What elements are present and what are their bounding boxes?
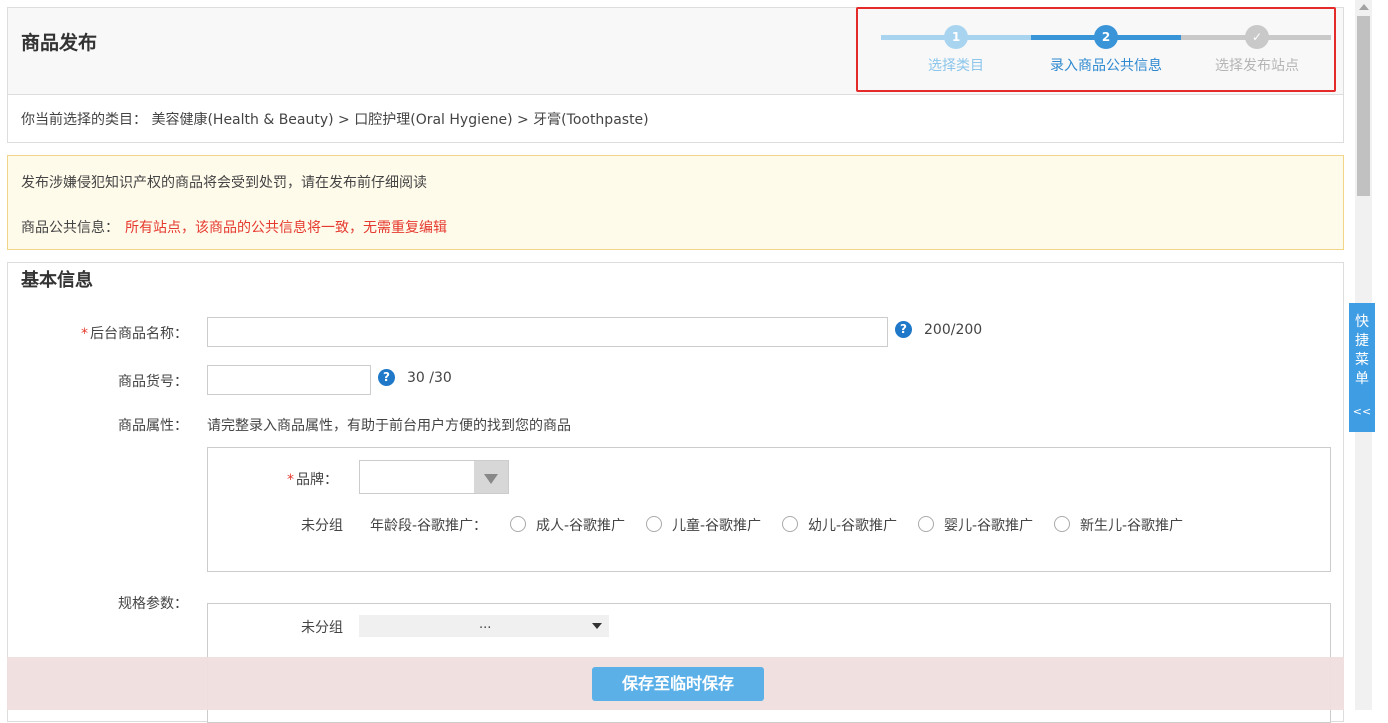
brand-label: * 品牌： [287, 472, 338, 488]
brand-dropdown-button[interactable] [474, 461, 508, 493]
specs-select[interactable]: ... [359, 615, 609, 637]
collapse-icon[interactable]: << [1349, 405, 1375, 418]
age-toddler-radio[interactable] [782, 516, 798, 532]
age-newborn-label[interactable]: 新生儿-谷歌推广 [1080, 515, 1183, 535]
category-path: 美容健康(Health & Beauty) > 口腔护理(Oral Hygien… [151, 112, 649, 128]
scroll-up-icon[interactable] [1359, 4, 1369, 10]
age-adult-label[interactable]: 成人-谷歌推广 [536, 515, 625, 535]
product-name-input[interactable] [207, 317, 888, 347]
quick-menu-tab[interactable]: 快捷菜单 << [1349, 303, 1375, 432]
age-adult-radio[interactable] [510, 516, 526, 532]
sku-input[interactable] [207, 365, 371, 395]
age-child-radio[interactable] [646, 516, 662, 532]
sku-label: 商品货号： [118, 374, 188, 390]
scrollbar-thumb[interactable] [1357, 16, 1370, 196]
page-title: 商品发布 [21, 32, 98, 54]
age-group-label: 年龄段-谷歌推广： [370, 518, 488, 534]
stepper-highlight-box [856, 7, 1336, 92]
notice-panel: 发布涉嫌侵犯知识产权的商品将会受到处罚，请在发布前仔细阅读 商品公共信息： 所有站… [7, 155, 1344, 250]
caret-down-icon [592, 623, 602, 629]
public-info-label: 商品公共信息： [21, 220, 119, 236]
age-infant-label[interactable]: 婴儿-谷歌推广 [944, 515, 1033, 535]
specs-label: 规格参数： [118, 596, 188, 612]
public-info-text: 所有站点，该商品的公共信息将一致，无需重复编辑 [125, 220, 447, 236]
category-breadcrumb: 你当前选择的类目： 美容健康(Health & Beauty) > 口腔护理(O… [7, 95, 1344, 143]
sku-counter: 30 /30 [407, 370, 452, 386]
ip-warning-text: 发布涉嫌侵犯知识产权的商品将会受到处罚，请在发布前仔细阅读 [21, 175, 427, 191]
attributes-panel: * 品牌： 未分组 年龄段-谷歌推广： 成人-谷歌推广 儿童-谷歌推广 幼儿-谷歌… [207, 447, 1331, 572]
category-prefix: 你当前选择的类目： [21, 112, 147, 128]
attributes-hint: 请完整录入商品属性，有助于前台用户方便的找到您的商品 [207, 418, 571, 434]
quick-menu-label: 快捷菜单 [1355, 314, 1369, 387]
age-group-group: 未分组 [301, 518, 343, 534]
attributes-label: 商品属性： [118, 418, 188, 434]
age-toddler-label[interactable]: 幼儿-谷歌推广 [808, 515, 897, 535]
product-name-counter: 200/200 [924, 322, 983, 338]
section-title: 基本信息 [21, 270, 93, 291]
age-newborn-radio[interactable] [1054, 516, 1070, 532]
chevron-down-icon [484, 474, 498, 484]
brand-select[interactable] [359, 460, 509, 494]
footer-bar: 保存至临时保存 [7, 657, 1344, 710]
age-infant-radio[interactable] [918, 516, 934, 532]
specs-group: 未分组 [301, 620, 343, 636]
save-draft-button[interactable]: 保存至临时保存 [592, 667, 764, 701]
product-name-help-icon[interactable]: ? [895, 321, 912, 338]
age-child-label[interactable]: 儿童-谷歌推广 [672, 515, 761, 535]
basic-info-section: 基本信息 * 后台商品名称： ? 200/200 商品货号： ? 30 /30 商… [7, 262, 1344, 723]
sku-help-icon[interactable]: ? [378, 369, 395, 386]
product-name-label: * 后台商品名称： [81, 326, 188, 342]
